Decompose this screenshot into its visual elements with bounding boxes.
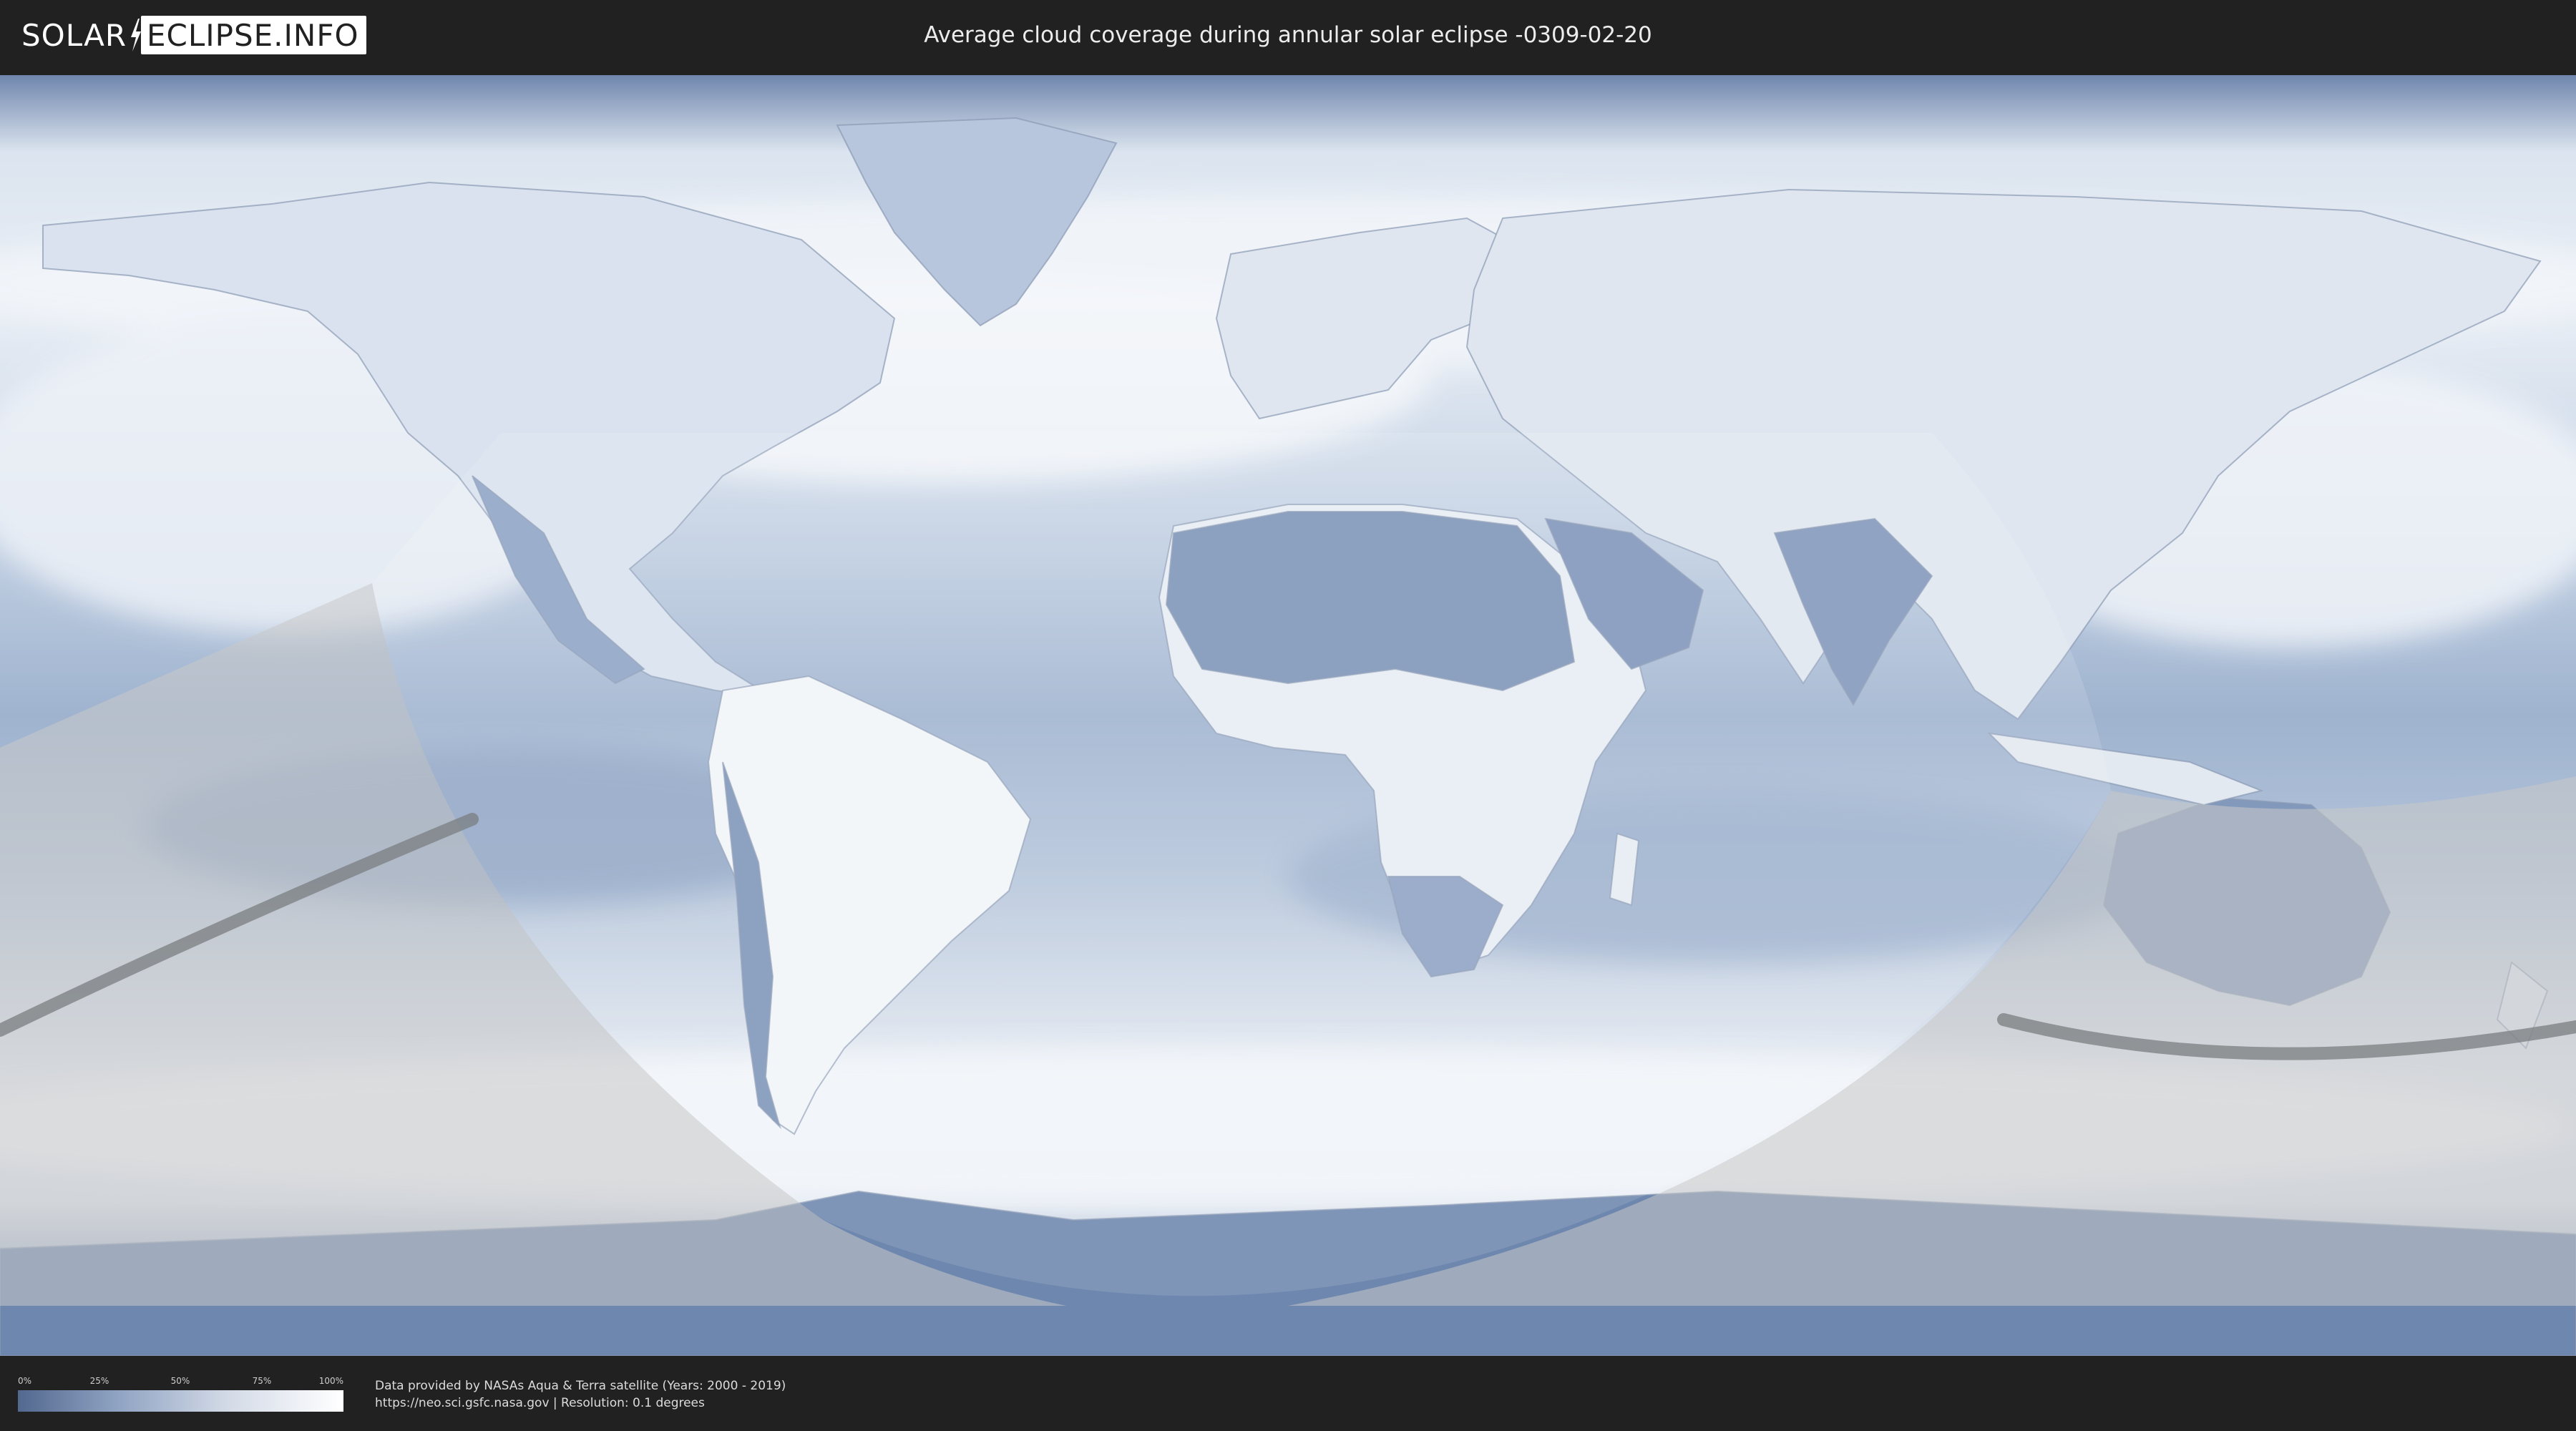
legend-tick-0: 0% xyxy=(18,1376,32,1386)
cloud-coverage-legend: 0% 25% 50% 75% 100% xyxy=(18,1376,343,1419)
header-bar: SOLAR ECLIPSE.INFO Average cloud coverag… xyxy=(0,0,2576,72)
legend-color-bar xyxy=(18,1390,343,1412)
page-title: Average cloud coverage during annular so… xyxy=(924,22,1652,48)
legend-tick-75: 75% xyxy=(252,1376,272,1386)
legend-tick-25: 25% xyxy=(89,1376,109,1386)
legend-tick-100: 100% xyxy=(318,1376,343,1386)
footer-bar: 0% 25% 50% 75% 100% Data provided by NAS… xyxy=(0,1356,2576,1431)
credits-link[interactable]: https://neo.sci.gsfc.nasa.gov | Resoluti… xyxy=(375,1395,786,1412)
data-credits: Data provided by NASAs Aqua & Terra sate… xyxy=(375,1377,786,1412)
cloud-coverage-map xyxy=(0,75,2576,1356)
map-canvas xyxy=(0,75,2576,1356)
credits-source: Data provided by NASAs Aqua & Terra sate… xyxy=(375,1379,786,1393)
legend-tick-50: 50% xyxy=(170,1376,190,1386)
